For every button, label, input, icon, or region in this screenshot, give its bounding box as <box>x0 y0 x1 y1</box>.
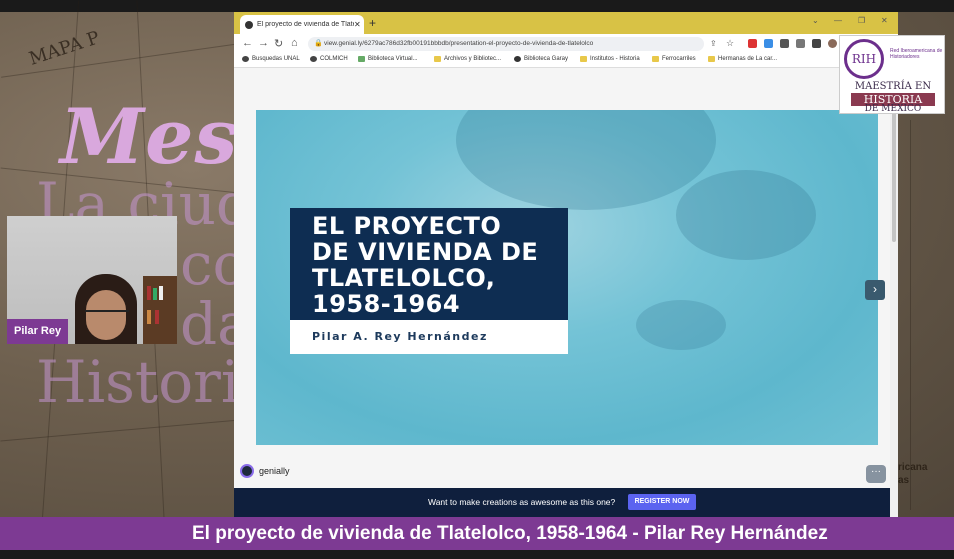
avatar[interactable] <box>828 39 837 48</box>
sidebar-icon[interactable] <box>812 39 821 48</box>
scrollbar[interactable] <box>890 68 898 517</box>
browser-window: El proyecto de vivienda de Tlatelolco ✕ … <box>234 12 898 517</box>
share-icon[interactable]: ⇪ <box>710 39 717 48</box>
url-text: view.genial.ly/6279ac786d32fb00191bbbdb/… <box>324 40 594 47</box>
genially-logo[interactable]: genially <box>240 464 290 478</box>
puzzle-icon[interactable] <box>780 39 789 48</box>
maximize-icon[interactable]: ❐ <box>858 16 865 25</box>
network-name: Red Iberoamericana de Historiadores <box>890 48 943 60</box>
logo-line-1: MAESTRÍA EN <box>854 81 932 92</box>
paint-splash <box>676 170 816 260</box>
address-bar[interactable]: 🔒 view.genial.ly/6279ac786d32fb00191bbbd… <box>308 37 704 51</box>
new-tab-button[interactable]: + <box>369 16 376 30</box>
slide-title-line: 1958-1964 <box>312 290 461 318</box>
tab-strip: El proyecto de vivienda de Tlatelolco ✕ … <box>234 12 898 34</box>
rih-seal: RIH <box>844 39 884 79</box>
chevron-down-icon[interactable]: ⌄ <box>812 16 819 25</box>
home-icon[interactable]: ⌂ <box>291 37 298 49</box>
genially-icon <box>240 464 254 478</box>
glasses <box>85 310 129 320</box>
browser-toolbar: ← → ↻ ⌂ 🔒 view.genial.ly/6279ac786d32fb0… <box>234 34 898 54</box>
promo-bar: Want to make creations as awesome as thi… <box>234 488 890 517</box>
bookmark-item[interactable]: Biblioteca Garay <box>514 56 568 62</box>
paint-splash <box>636 300 726 350</box>
extension-red-icon[interactable] <box>748 39 757 48</box>
window-close-icon[interactable]: ✕ <box>881 16 888 25</box>
slide-title-line: EL PROYECTO <box>312 212 502 240</box>
lower-third-banner: El proyecto de vivienda de Tlatelolco, 1… <box>0 517 954 550</box>
bookmark-item[interactable]: Busquedas UNAL <box>242 56 300 62</box>
maestria-logo: RIH Red Iberoamericana de Historiadores … <box>839 35 945 114</box>
bookmark-item[interactable]: Institutos - Historia <box>580 56 640 62</box>
slide-title: EL PROYECTO DE VIVIENDA DE TLATELOLCO, 1… <box>290 208 568 320</box>
star-icon[interactable]: ☆ <box>726 38 734 49</box>
map-line <box>0 419 240 442</box>
next-slide-button[interactable]: › <box>865 280 885 300</box>
minimize-icon[interactable]: — <box>834 16 842 25</box>
paint-splash <box>456 110 716 210</box>
bookmark-item[interactable]: COLMICH <box>310 56 348 62</box>
extension-blue-icon[interactable] <box>764 39 773 48</box>
bookshelf <box>143 276 177 344</box>
map-side-label: as <box>898 475 910 486</box>
bookmark-item[interactable]: Ferrocarriles <box>652 56 696 62</box>
back-arrow-icon[interactable]: ← <box>242 37 253 49</box>
more-options-button[interactable]: ··· <box>866 465 886 483</box>
presentation-slide[interactable]: EL PROYECTO DE VIVIENDA DE TLATELOLCO, 1… <box>256 110 878 445</box>
bookmark-item[interactable]: Hermanas de La car... <box>708 56 777 62</box>
logo-line-3: DE MÉXICO <box>864 104 922 114</box>
forward-arrow-icon[interactable]: → <box>258 37 269 49</box>
map-side-label: ricana <box>898 462 928 473</box>
genially-brand: genially <box>259 466 290 476</box>
slide-title-line: DE VIVIENDA DE <box>312 238 539 266</box>
tab-title: El proyecto de vivienda de Tlatelolco <box>257 21 354 28</box>
lock-icon: 🔒 <box>314 40 323 47</box>
browser-tab[interactable]: El proyecto de vivienda de Tlatelolco ✕ <box>240 15 364 34</box>
bookmarks-bar: Busquedas UNAL COLMICH Biblioteca Virtua… <box>234 54 898 68</box>
genially-favicon-icon <box>245 20 253 29</box>
page-viewport: EL PROYECTO DE VIVIENDA DE TLATELOLCO, 1… <box>234 68 898 517</box>
reload-icon[interactable]: ↻ <box>274 37 283 50</box>
register-now-button[interactable]: REGISTER NOW <box>628 494 696 510</box>
background-line: Histori <box>36 348 240 416</box>
slide-title-line: TLATELOLCO, <box>312 264 496 292</box>
playlist-icon[interactable] <box>796 39 805 48</box>
participant-name-tag: Pilar Rey <box>7 319 69 344</box>
slide-author: Pilar A. Rey Hernández <box>290 320 568 354</box>
bottom-black-bar <box>0 550 954 559</box>
promo-text: Want to make creations as awesome as thi… <box>428 497 616 507</box>
close-icon[interactable]: ✕ <box>354 20 364 29</box>
bookmark-item[interactable]: Archivos y Bibliotec... <box>434 56 501 62</box>
top-black-bar <box>0 0 954 12</box>
map-line <box>910 120 911 510</box>
bookmark-item[interactable]: Biblioteca Virtual... <box>358 56 418 62</box>
